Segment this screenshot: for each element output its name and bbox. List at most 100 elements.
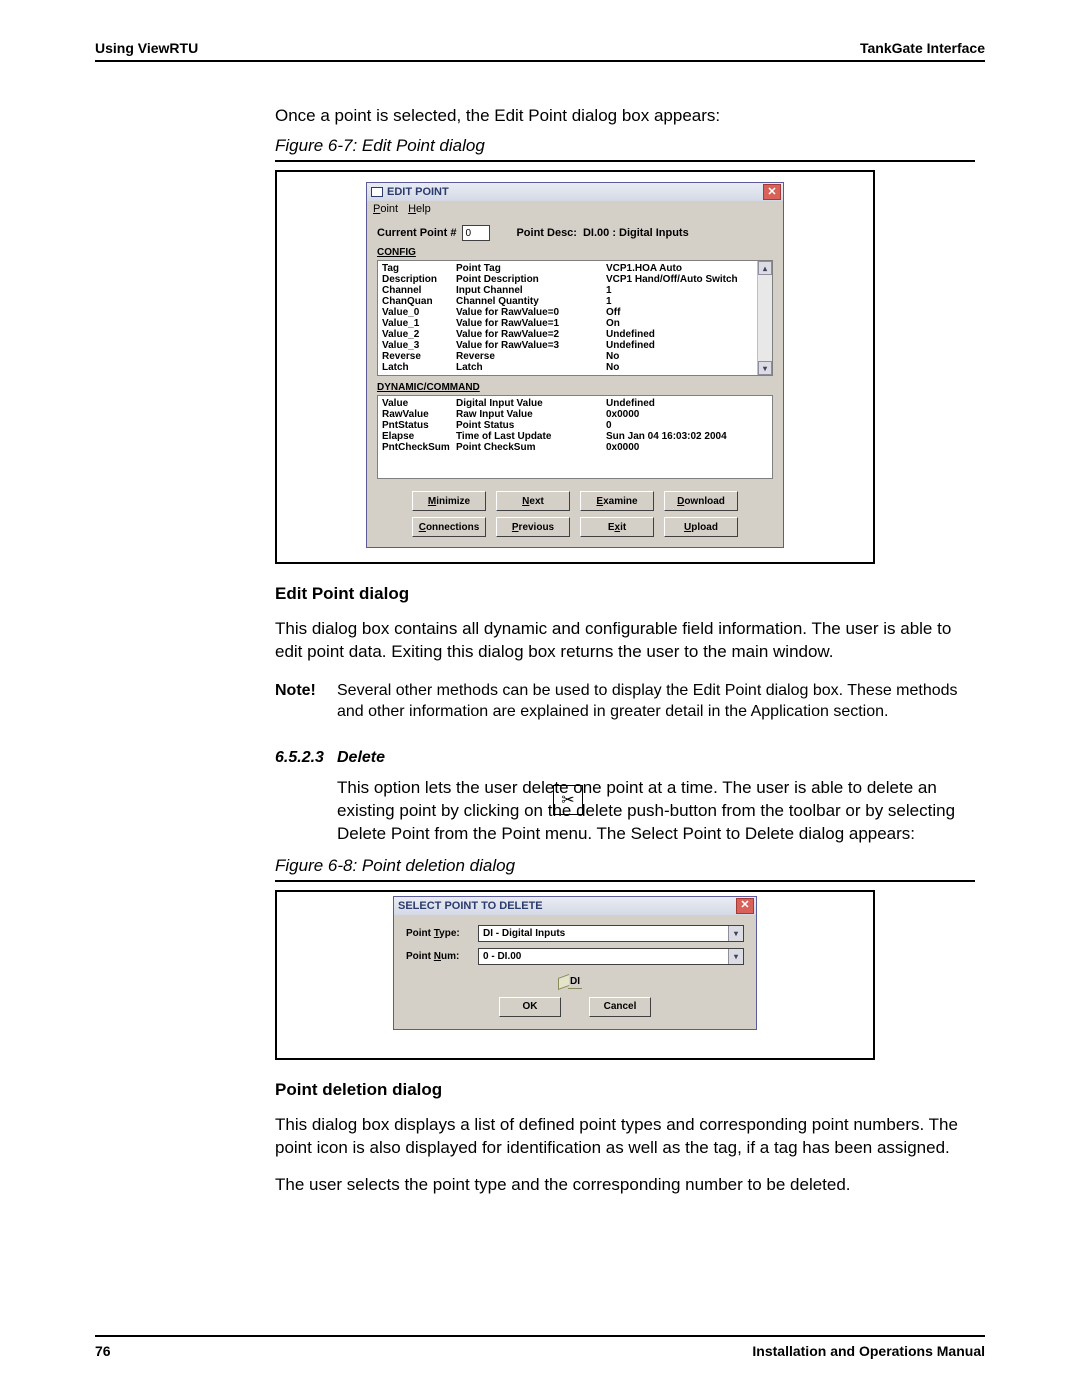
config-desc: Value for RawValue=2 [456, 329, 606, 340]
cancel-button[interactable]: Cancel [589, 997, 651, 1017]
dynamic-section-label: DYNAMIC/COMMAND [377, 382, 773, 393]
config-key: Value_2 [382, 329, 456, 340]
next-button[interactable]: Next [496, 491, 570, 511]
config-key: Description [382, 274, 456, 285]
note-text: Several other methods can be used to dis… [337, 680, 975, 723]
config-key: Tag [382, 263, 456, 274]
figure-6-7-caption: Figure 6-7: Edit Point dialog [275, 136, 975, 162]
intro-text: Once a point is selected, the Edit Point… [275, 106, 975, 126]
dyn-val: 0x0000 [606, 409, 768, 420]
dyn-key: PntStatus [382, 420, 456, 431]
point-type-label: Point Type: [406, 928, 478, 939]
close-icon[interactable]: ✕ [736, 898, 754, 914]
page-footer: 76 Installation and Operations Manual [95, 1335, 985, 1359]
config-key: Reverse [382, 351, 456, 362]
dyn-val: Sun Jan 04 16:03:02 2004 [606, 431, 768, 442]
config-key: Value_3 [382, 340, 456, 351]
config-row[interactable]: DescriptionPoint DescriptionVCP1 Hand/Of… [382, 274, 756, 285]
point-num-label: Point Num: [406, 951, 478, 962]
dynamic-row[interactable]: RawValueRaw Input Value0x0000 [382, 409, 768, 420]
config-val: VCP1 Hand/Off/Auto Switch [606, 274, 756, 285]
config-row[interactable]: Value_2Value for RawValue=2Undefined [382, 329, 756, 340]
dynamic-grid[interactable]: ValueDigital Input ValueUndefinedRawValu… [377, 395, 773, 479]
deletion-body-para-1: This dialog box displays a list of defin… [275, 1114, 975, 1160]
download-button[interactable]: Download [664, 491, 738, 511]
config-key: ChanQuan [382, 296, 456, 307]
point-desc-value: DI.00 : Digital Inputs [583, 227, 689, 239]
chevron-down-icon[interactable]: ▾ [728, 949, 743, 964]
delete-title: SELECT POINT TO DELETE [398, 900, 543, 912]
delete-titlebar: SELECT POINT TO DELETE ✕ [394, 897, 756, 915]
config-desc: Channel Quantity [456, 296, 606, 307]
config-row[interactable]: Value_0Value for RawValue=0Off [382, 307, 756, 318]
config-desc: Latch [456, 362, 606, 373]
config-val: 1 [606, 285, 756, 296]
dynamic-row[interactable]: ValueDigital Input ValueUndefined [382, 398, 768, 409]
config-row[interactable]: ChanQuanChannel Quantity1 [382, 296, 756, 307]
chevron-down-icon[interactable]: ▾ [728, 926, 743, 941]
config-key: Latch [382, 362, 456, 373]
config-val: Undefined [606, 340, 756, 351]
figure-6-8-caption: Figure 6-8: Point deletion dialog [275, 856, 975, 882]
config-section-label: CONFIG [377, 247, 773, 258]
config-desc: Input Channel [456, 285, 606, 296]
dyn-key: PntCheckSum [382, 442, 456, 453]
config-grid[interactable]: ▴ ▾ TagPoint TagVCP1.HOA AutoDescription… [377, 260, 773, 376]
point-num-combo[interactable]: 0 - DI.00 ▾ [478, 948, 744, 965]
config-key: Channel [382, 285, 456, 296]
menu-point[interactable]: Point [373, 203, 398, 215]
dyn-desc: Digital Input Value [456, 398, 606, 409]
config-scrollbar[interactable]: ▴ ▾ [757, 261, 772, 375]
current-point-input[interactable] [462, 225, 490, 241]
config-row[interactable]: Value_3Value for RawValue=3Undefined [382, 340, 756, 351]
dynamic-row[interactable]: PntCheckSumPoint CheckSum0x0000 [382, 442, 768, 453]
config-val: No [606, 351, 756, 362]
config-val: On [606, 318, 756, 329]
upload-button[interactable]: Upload [664, 517, 738, 537]
section-6-5-2-3-heading: 6.5.2.3 Delete [275, 749, 975, 767]
close-icon[interactable]: ✕ [763, 184, 781, 200]
connections-button[interactable]: Connections [412, 517, 486, 537]
config-val: 1 [606, 296, 756, 307]
edit-point-menubar: Point Help [367, 201, 783, 217]
running-head: Using ViewRTU TankGate Interface [95, 40, 985, 62]
config-row[interactable]: ReverseReverseNo [382, 351, 756, 362]
dynamic-row[interactable]: PntStatusPoint Status0 [382, 420, 768, 431]
config-row[interactable]: LatchLatchNo [382, 362, 756, 373]
scroll-up-icon[interactable]: ▴ [758, 261, 772, 275]
scissors-icon: ✂ [553, 785, 583, 815]
edit-point-body-heading: Edit Point dialog [275, 584, 975, 604]
config-key: Value_0 [382, 307, 456, 318]
edit-point-body-para: This dialog box contains all dynamic and… [275, 618, 975, 664]
config-row[interactable]: Value_1Value for RawValue=1On [382, 318, 756, 329]
running-head-left: Using ViewRTU [95, 40, 198, 56]
scroll-down-icon[interactable]: ▾ [758, 361, 772, 375]
examine-button[interactable]: Examine [580, 491, 654, 511]
dyn-desc: Point CheckSum [456, 442, 606, 453]
config-row[interactable]: TagPoint TagVCP1.HOA Auto [382, 263, 756, 274]
current-point-label: Current Point # [377, 227, 456, 239]
minimize-button[interactable]: Minimize [412, 491, 486, 511]
point-type-combo[interactable]: DI - Digital Inputs ▾ [478, 925, 744, 942]
config-desc: Value for RawValue=0 [456, 307, 606, 318]
select-point-to-delete-dialog: SELECT POINT TO DELETE ✕ Point Type: DI … [393, 896, 757, 1030]
previous-button[interactable]: Previous [496, 517, 570, 537]
note-row: Note! Several other methods can be used … [275, 680, 975, 723]
dyn-desc: Raw Input Value [456, 409, 606, 420]
dyn-val: Undefined [606, 398, 768, 409]
titlebar-icon [371, 187, 383, 197]
dynamic-row[interactable]: ElapseTime of Last UpdateSun Jan 04 16:0… [382, 431, 768, 442]
section-number: 6.5.2.3 [275, 749, 337, 767]
delete-screenshot-frame: SELECT POINT TO DELETE ✕ Point Type: DI … [275, 890, 875, 1060]
config-val: VCP1.HOA Auto [606, 263, 756, 274]
exit-button[interactable]: Exit [580, 517, 654, 537]
point-num-value: 0 - DI.00 [479, 949, 728, 964]
menu-help[interactable]: Help [408, 203, 431, 215]
config-desc: Point Description [456, 274, 606, 285]
ok-button[interactable]: OK [499, 997, 561, 1017]
config-row[interactable]: ChannelInput Channel1 [382, 285, 756, 296]
section-title: Delete [337, 749, 975, 767]
point-type-value: DI - Digital Inputs [479, 926, 728, 941]
point-desc-label: Point Desc: [516, 227, 577, 239]
running-head-right: TankGate Interface [860, 40, 985, 56]
